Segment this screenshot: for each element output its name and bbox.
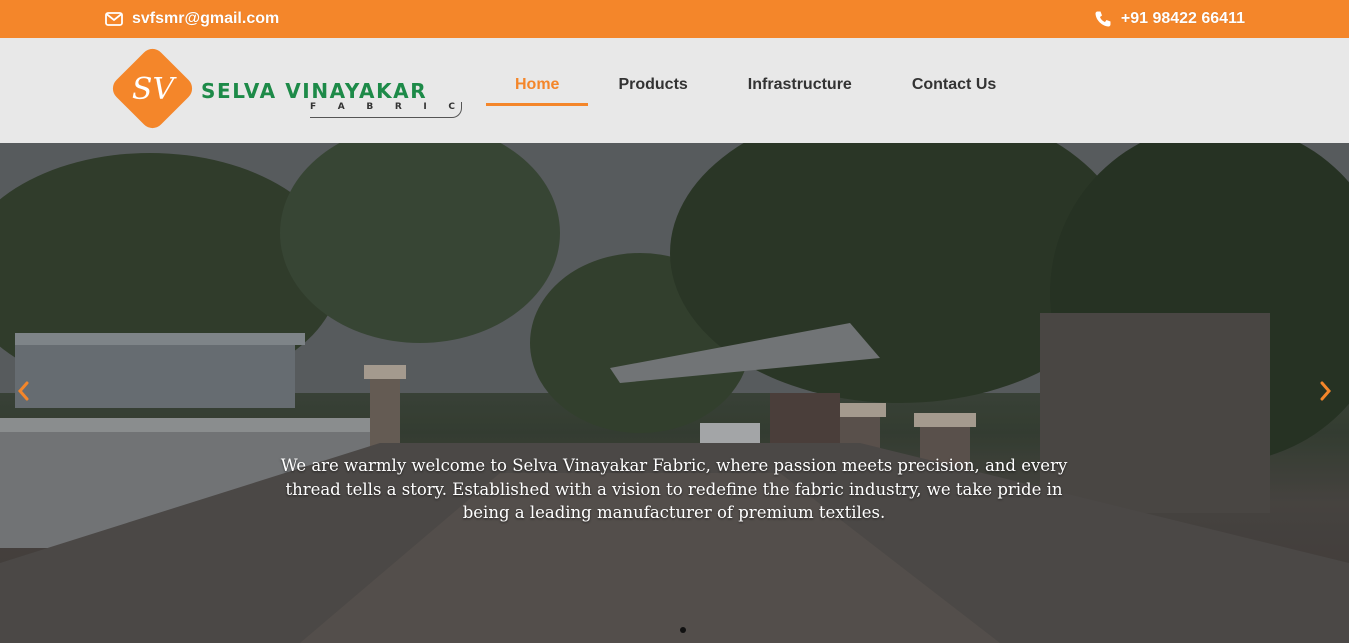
envelope-icon [105,12,123,26]
slider-next-button[interactable] [1316,381,1336,405]
chevron-right-icon [1320,381,1332,406]
top-contact-bar: svfsmr@gmail.com +91 98422 66411 [0,0,1349,38]
logo-sub-letter: A [337,102,345,112]
logo-brand-name: SELVA VINAYAKAR [201,79,428,103]
site-header: SV SELVA VINAYAKAR F A B R I C Home Prod… [0,38,1349,143]
hero-caption: We are warmly welcome to Selva Vinayakar… [280,456,1068,522]
email-text[interactable]: svfsmr@gmail.com [132,10,279,28]
logo-sub-letter: R [394,102,402,112]
nav-item-products[interactable]: Products [618,76,687,106]
slider-pagination [680,627,686,633]
nav-item-contact-us[interactable]: Contact Us [912,76,996,106]
logo-sub-letter: I [423,102,427,112]
slider-prev-button[interactable] [13,381,33,405]
logo-monogram: SV [131,71,175,107]
phone-icon [1094,10,1112,28]
nav-item-home[interactable]: Home [486,76,589,106]
site-logo[interactable]: SV SELVA VINAYAKAR F A B R I C [107,43,465,134]
logo-subtitle: F A B R I C [310,102,462,118]
slider-dot[interactable] [680,627,686,633]
chevron-left-icon [17,381,29,406]
main-navigation: Home Products Infrastructure Contact Us [486,76,1056,106]
phone-contact[interactable]: +91 98422 66411 [1094,0,1245,38]
hero-dim-overlay [0,143,1349,643]
logo-sub-letter: B [366,102,374,112]
logo-sub-letter: F [310,102,317,112]
email-contact[interactable]: svfsmr@gmail.com [105,0,279,38]
phone-text[interactable]: +91 98422 66411 [1121,10,1245,28]
logo-sub-letter: C [448,102,455,112]
hero-slider: We are warmly welcome to Selva Vinayakar… [0,143,1349,643]
nav-item-infrastructure[interactable]: Infrastructure [748,76,852,106]
